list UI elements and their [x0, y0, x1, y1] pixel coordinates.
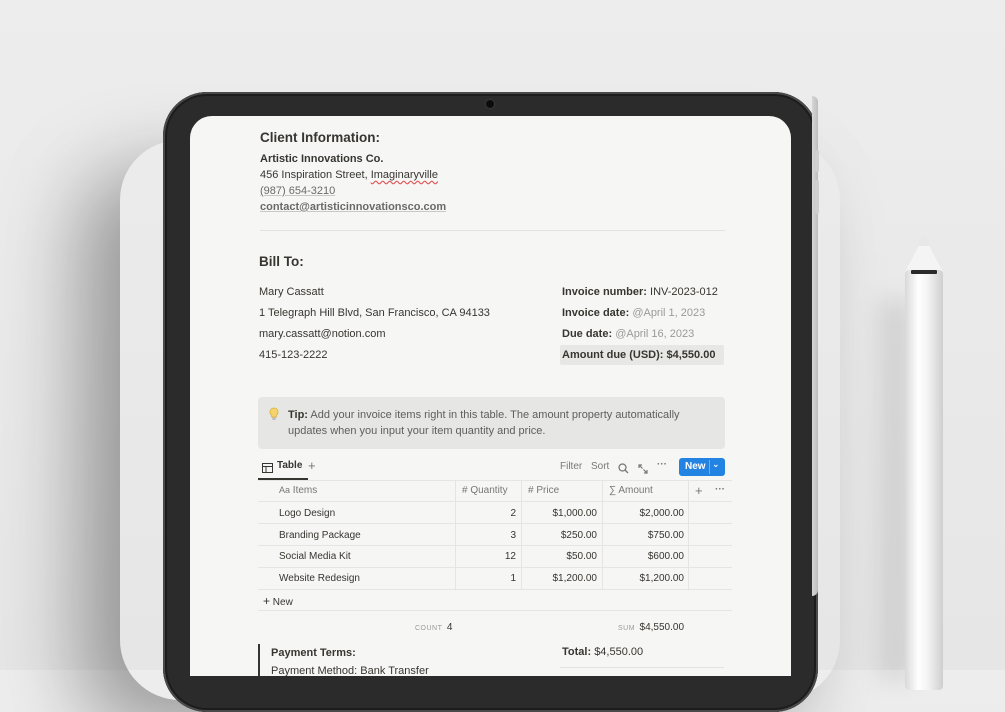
tab-table[interactable]: Table: [277, 460, 302, 471]
table-top-border: [258, 480, 732, 481]
expand-icon[interactable]: [638, 461, 648, 479]
chevron-down-icon[interactable]: ⌄: [712, 459, 720, 470]
table-row-quantity[interactable]: 3: [456, 530, 516, 541]
invoice-date: Invoice date: @April 1, 2023: [562, 307, 706, 319]
add-column-button[interactable]: +: [695, 483, 703, 498]
lightbulb-icon: [268, 407, 280, 424]
text-property-icon: Aa: [279, 485, 291, 495]
camera-icon: [486, 100, 494, 108]
total-divider: [560, 667, 724, 668]
sum-aggregate[interactable]: SUM $4,550.00: [618, 617, 684, 635]
due-date-mention[interactable]: @April 16, 2023: [615, 328, 694, 340]
total: Total: $4,550.00: [562, 646, 644, 658]
table-row-quantity[interactable]: 1: [456, 573, 516, 584]
payment-method: Payment Method: Bank Transfer: [271, 665, 429, 676]
invoice-number: Invoice number: INV-2023-012: [562, 286, 718, 298]
client-heading: Client Information:: [260, 130, 380, 145]
column-header-price[interactable]: # Price: [528, 485, 559, 496]
payment-terms-heading: Payment Terms:: [271, 647, 356, 659]
table-row-quantity[interactable]: 12: [456, 551, 516, 562]
bill-to-email: mary.cassatt@notion.com: [259, 328, 386, 340]
pencil-band: [911, 270, 937, 274]
due-date: Due date: @April 16, 2023: [562, 328, 695, 340]
client-address: 456 Inspiration Street, Imaginaryville: [260, 169, 438, 181]
section-divider: [260, 230, 725, 231]
table-row-amount: $2,000.00: [639, 508, 685, 519]
bill-to-phone: 415-123-2222: [259, 349, 328, 361]
client-city: Imaginaryville: [370, 169, 438, 181]
more-options-icon[interactable]: ···: [657, 459, 667, 470]
tablet-volume-button: [815, 180, 819, 214]
table-row-item[interactable]: Logo Design: [279, 508, 335, 519]
plus-icon: +: [263, 594, 271, 608]
table-row-price[interactable]: $1,200.00: [522, 573, 598, 584]
notion-page: Client Information: Artistic Innovations…: [190, 116, 791, 676]
stylus-pencil: [905, 270, 943, 690]
table-row-amount: $1,200.00: [639, 573, 685, 584]
column-header-quantity[interactable]: # Quantity: [462, 485, 508, 496]
table-view-icon: [262, 460, 273, 478]
amount-due: Amount due (USD): $4,550.00: [562, 349, 716, 361]
bill-to-address: 1 Telegraph Hill Blvd, San Francisco, CA…: [259, 307, 490, 319]
filter-button[interactable]: Filter: [560, 461, 582, 472]
sort-button[interactable]: Sort: [591, 461, 609, 472]
new-button[interactable]: New ⌄: [679, 458, 725, 476]
number-property-icon: #: [462, 485, 468, 496]
pencil-nib: [919, 236, 929, 246]
bill-to-heading: Bill To:: [259, 254, 304, 269]
table-row-item[interactable]: Website Redesign: [279, 573, 360, 584]
number-property-icon: #: [528, 485, 534, 496]
column-more-icon[interactable]: ···: [715, 484, 725, 495]
client-phone-link[interactable]: (987) 654-3210: [260, 185, 335, 197]
tip-callout: Tip: Add your invoice items right in thi…: [258, 397, 725, 449]
invoice-date-mention[interactable]: @April 1, 2023: [632, 307, 705, 319]
tablet-side-button: [815, 150, 819, 172]
table-row-item[interactable]: Social Media Kit: [279, 551, 351, 562]
table-bottom-border: [258, 610, 732, 611]
client-company: Artistic Innovations Co.: [260, 153, 384, 165]
table-row-item[interactable]: Branding Package: [279, 530, 361, 541]
search-icon[interactable]: [618, 461, 629, 479]
quote-bar: [258, 644, 260, 676]
table-row-amount: $750.00: [647, 530, 684, 541]
column-header-amount[interactable]: ∑ Amount: [609, 485, 653, 496]
formula-property-icon: ∑: [609, 485, 617, 496]
column-header-items[interactable]: Aa Items: [279, 485, 317, 496]
table-header-border: [258, 501, 732, 502]
table-row-price[interactable]: $250.00: [522, 530, 597, 541]
table-row-quantity[interactable]: 2: [456, 508, 516, 519]
table-row-price[interactable]: $1,000.00: [522, 508, 598, 519]
table-row-amount: $600.00: [647, 551, 684, 562]
count-aggregate[interactable]: COUNT 4: [415, 617, 452, 635]
client-email-link[interactable]: contact@artisticinnovationsco.com: [260, 201, 446, 213]
tip-text: Tip: Add your invoice items right in thi…: [288, 409, 680, 437]
add-view-button[interactable]: +: [308, 458, 316, 473]
bill-to-name: Mary Cassatt: [259, 286, 324, 298]
new-row-button[interactable]: + New: [263, 594, 293, 608]
table-row-price[interactable]: $50.00: [522, 551, 597, 562]
